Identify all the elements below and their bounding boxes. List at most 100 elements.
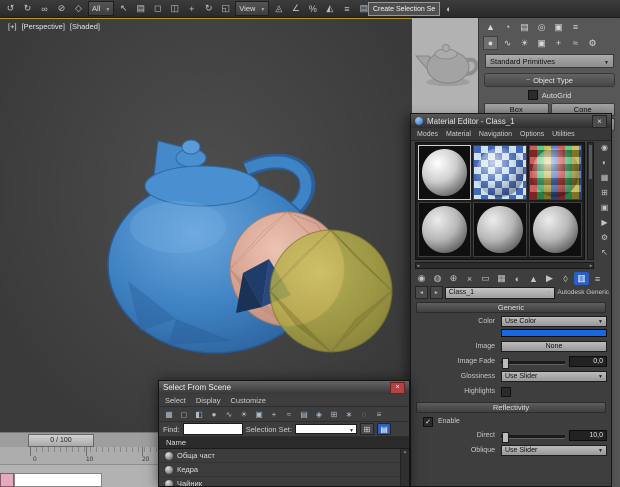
- color-swatch[interactable]: [501, 329, 607, 337]
- helpers-category-icon[interactable]: +: [551, 36, 566, 50]
- mirror-icon[interactable]: ◭: [322, 2, 337, 16]
- display-geometry-icon[interactable]: ●: [207, 408, 221, 420]
- show-end-result-icon[interactable]: ◐: [510, 272, 525, 285]
- sample-tiling-icon[interactable]: ⊞: [599, 187, 611, 198]
- material-editor-titlebar[interactable]: Material Editor - Class_1: [411, 114, 611, 128]
- geometry-category-icon[interactable]: ●: [483, 36, 498, 50]
- sample-horizontal-scrollbar[interactable]: [415, 262, 594, 269]
- undo-icon[interactable]: ↺: [3, 2, 18, 16]
- select-from-scene-titlebar[interactable]: Select From Scene: [159, 381, 409, 394]
- highlights-checkbox[interactable]: [501, 387, 511, 397]
- menu-customize[interactable]: Customize: [230, 396, 265, 405]
- display-cameras-icon[interactable]: ▣: [252, 408, 266, 420]
- video-color-check-icon[interactable]: ▣: [599, 202, 611, 213]
- list-item[interactable]: Обща част: [159, 449, 409, 463]
- display-bones-icon[interactable]: ∗: [342, 408, 356, 420]
- align-icon[interactable]: ≡: [339, 2, 354, 16]
- sample-slot-6[interactable]: [528, 202, 582, 257]
- options-menu-icon[interactable]: ≡: [590, 272, 605, 285]
- sample-slot-3[interactable]: [528, 145, 582, 200]
- close-icon[interactable]: [592, 114, 607, 128]
- select-by-material-icon[interactable]: ↖: [599, 247, 611, 258]
- menu-display[interactable]: Display: [196, 396, 221, 405]
- backlight-icon[interactable]: ◐: [599, 157, 611, 168]
- viewport-general-menu[interactable]: [+]: [8, 22, 17, 31]
- pick-material-icon[interactable]: ◊: [558, 272, 573, 285]
- select-invert-icon[interactable]: ◧: [192, 408, 206, 420]
- display-xrefs-icon[interactable]: ◈: [312, 408, 326, 420]
- select-and-rotate-icon[interactable]: ↻: [201, 2, 216, 16]
- angle-snap-icon[interactable]: ∠: [288, 2, 303, 16]
- maxscript-mini-listener-macro[interactable]: [0, 473, 14, 487]
- utilities-tab-icon[interactable]: ≡: [568, 20, 583, 34]
- select-object-icon[interactable]: ↖: [116, 2, 131, 16]
- sample-slot-4[interactable]: [418, 202, 472, 257]
- sample-slot-2[interactable]: [473, 145, 527, 200]
- modify-tab-icon[interactable]: ◔: [500, 20, 515, 34]
- direct-slider[interactable]: [501, 432, 565, 443]
- get-material-icon[interactable]: ◉: [414, 272, 429, 285]
- list-item[interactable]: Кедра: [159, 463, 409, 477]
- menu-options[interactable]: Options: [520, 131, 544, 138]
- name-column-header[interactable]: Name: [159, 437, 409, 449]
- assign-to-selection-icon[interactable]: ⊕: [446, 272, 461, 285]
- object-type-rollout[interactable]: Object Type: [484, 73, 615, 87]
- menu-utilities[interactable]: Utilities: [552, 131, 575, 138]
- oblique-mode-dropdown[interactable]: Use Slider: [501, 445, 607, 456]
- maxscript-mini-listener[interactable]: [14, 473, 102, 487]
- sample-slot-5[interactable]: [473, 202, 527, 257]
- window-crossing-icon[interactable]: ◫: [167, 2, 182, 16]
- viewport-pov-menu[interactable]: [Perspective]: [22, 22, 65, 31]
- cameras-category-icon[interactable]: ▣: [534, 36, 549, 50]
- list-item[interactable]: Чайник: [159, 477, 409, 486]
- menu-material[interactable]: Material: [446, 131, 471, 138]
- close-icon[interactable]: [390, 381, 405, 394]
- material-options-icon[interactable]: ⚙: [599, 232, 611, 243]
- sample-slot-1[interactable]: [418, 145, 472, 200]
- menu-navigation[interactable]: Navigation: [479, 131, 512, 138]
- rectangular-selection-region-icon[interactable]: ◻: [150, 2, 165, 16]
- list-scrollbar[interactable]: [400, 449, 409, 486]
- selection-set-dropdown[interactable]: [294, 424, 357, 434]
- lock-selection-set-icon[interactable]: ⊞: [359, 423, 374, 435]
- image-fade-spinner[interactable]: 0,0: [569, 356, 607, 367]
- sample-type-icon[interactable]: ◉: [599, 142, 611, 153]
- primitives-dropdown[interactable]: Standard Primitives: [485, 54, 614, 68]
- reference-coordsys-dropdown[interactable]: View: [235, 1, 270, 16]
- material-name-dropdown[interactable]: Class_1: [444, 286, 556, 299]
- delete-material-icon[interactable]: ×: [462, 272, 477, 285]
- sample-vertical-scrollbar[interactable]: [587, 142, 594, 260]
- menu-modes[interactable]: Modes: [417, 131, 438, 138]
- scene-materials-icon[interactable]: ▥: [574, 272, 589, 285]
- display-groups-icon[interactable]: ▤: [297, 408, 311, 420]
- viewport-shading-menu[interactable]: [Shaded]: [70, 22, 100, 31]
- shapes-category-icon[interactable]: ∿: [500, 36, 515, 50]
- geosphere-olive-object[interactable]: [269, 229, 393, 353]
- select-all-icon[interactable]: ▦: [162, 408, 176, 420]
- display-shapes-icon[interactable]: ∿: [222, 408, 236, 420]
- select-and-link-icon[interactable]: ∞: [37, 2, 52, 16]
- select-and-move-icon[interactable]: +: [184, 2, 199, 16]
- space-warps-category-icon[interactable]: ≈: [568, 36, 583, 50]
- display-hidden-icon[interactable]: ◌: [357, 408, 371, 420]
- selection-filter-dropdown[interactable]: All: [88, 1, 115, 16]
- generic-rollout-header[interactable]: Generic: [416, 302, 606, 313]
- direct-spinner[interactable]: 10,0: [569, 430, 607, 441]
- select-and-scale-icon[interactable]: ◱: [218, 2, 233, 16]
- color-mode-dropdown[interactable]: Use Color: [501, 316, 607, 327]
- go-forward-icon[interactable]: ▶: [542, 272, 557, 285]
- display-tab-icon[interactable]: ▣: [551, 20, 566, 34]
- use-pivot-center-icon[interactable]: ◬: [271, 2, 286, 16]
- select-none-icon[interactable]: ◻: [177, 408, 191, 420]
- enable-checkbox[interactable]: [423, 416, 433, 427]
- nav-back-icon[interactable]: ◄: [415, 286, 428, 299]
- select-by-name-icon[interactable]: ▤: [133, 2, 148, 16]
- go-to-parent-icon[interactable]: ▲: [526, 272, 541, 285]
- make-preview-icon[interactable]: ▶: [599, 217, 611, 228]
- time-slider-handle[interactable]: 0 / 100: [28, 434, 94, 447]
- find-input[interactable]: [182, 423, 243, 435]
- autogrid-checkbox[interactable]: [527, 90, 538, 100]
- perspective-viewport[interactable]: [+] [Perspective] [Shaded]: [0, 18, 412, 433]
- display-containers-icon[interactable]: ⊞: [327, 408, 341, 420]
- percent-snap-icon[interactable]: %: [305, 2, 320, 16]
